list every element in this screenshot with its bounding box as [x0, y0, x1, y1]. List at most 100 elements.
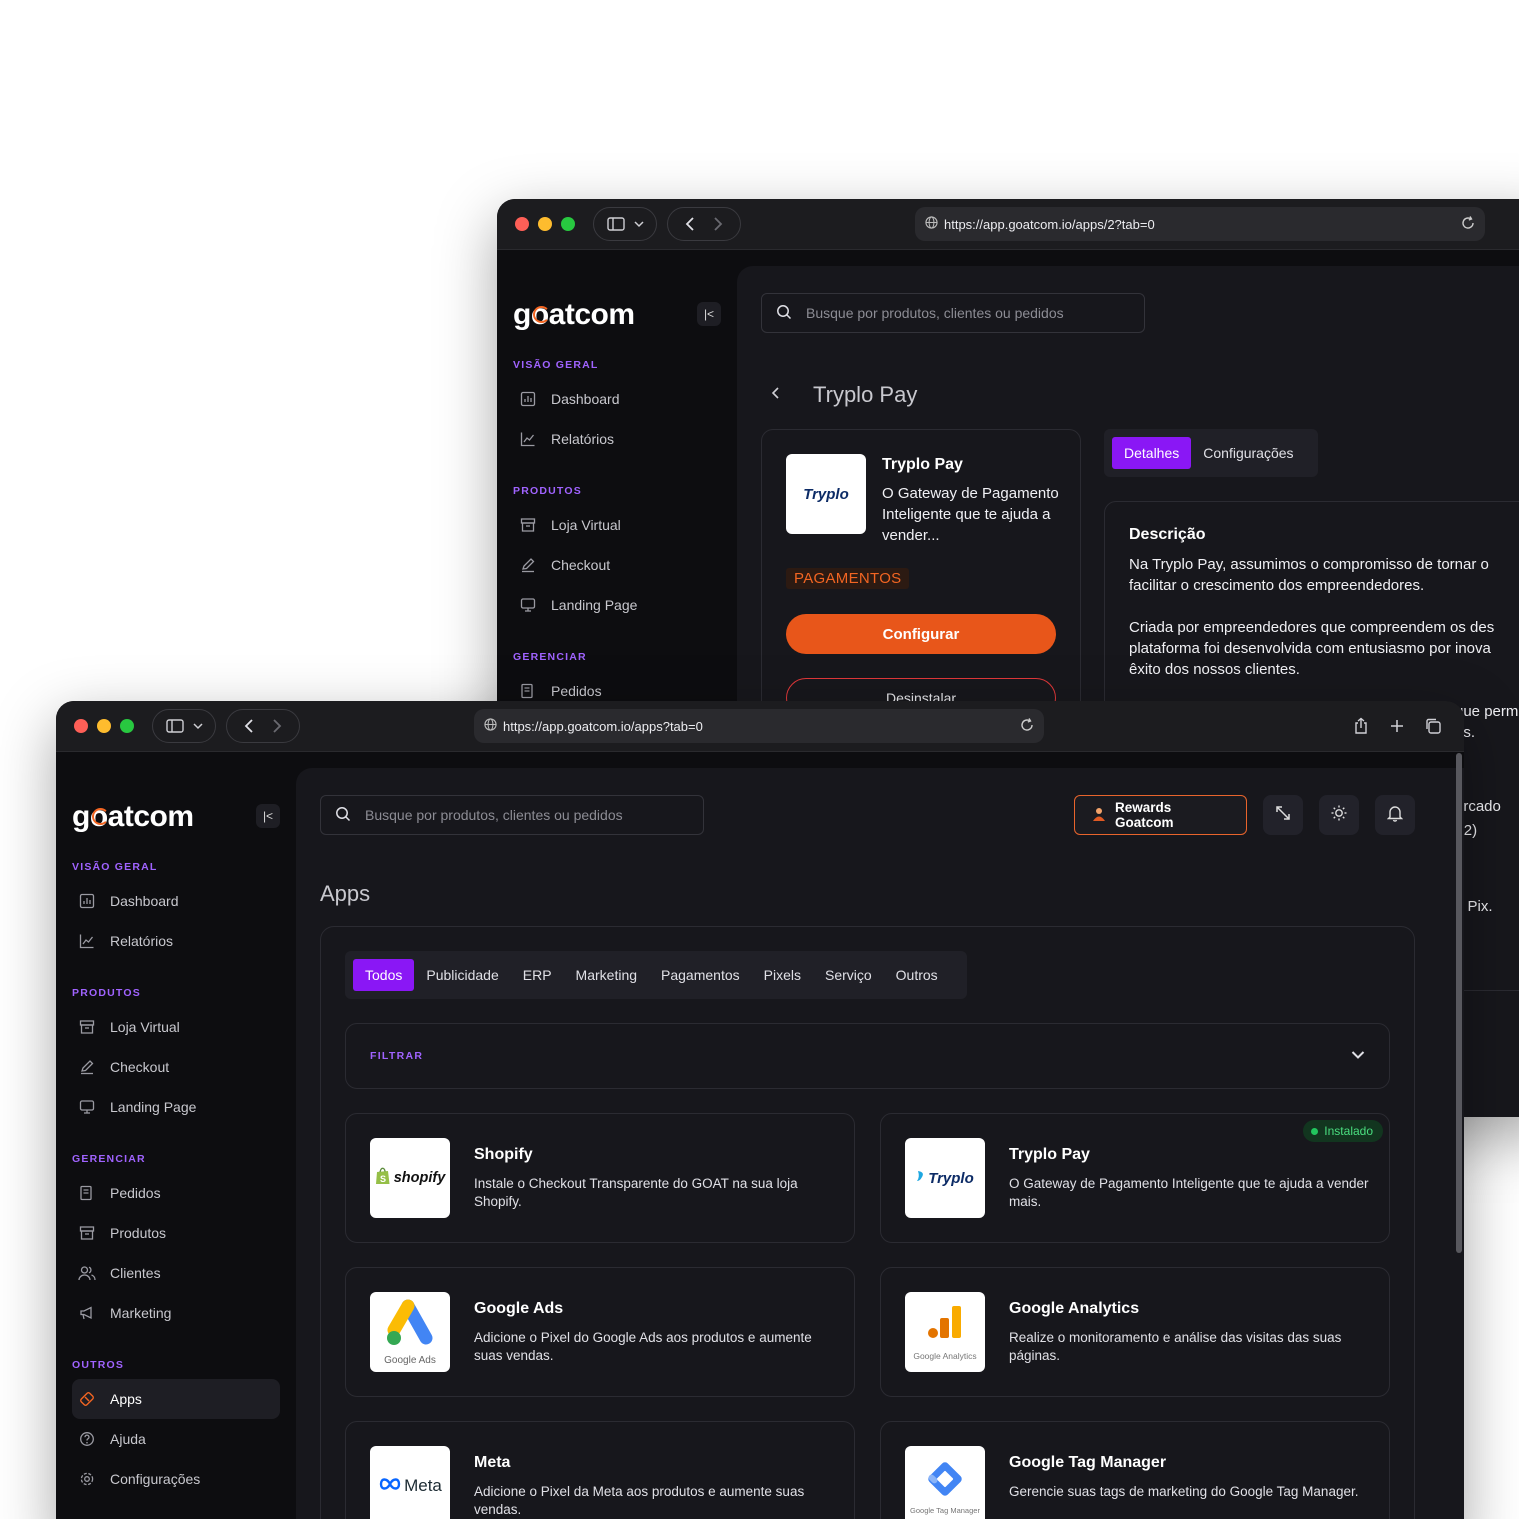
- close-window-button[interactable]: [515, 217, 529, 231]
- app-card-google-ads[interactable]: Google Ads Google Ads Adicione o Pixel d…: [345, 1267, 855, 1397]
- app-card-tryplo-pay[interactable]: Tryplo Tryplo Pay O Gateway de Pagamento…: [880, 1113, 1390, 1243]
- scrollbar[interactable]: [1456, 753, 1462, 1253]
- sidebar-item-apps[interactable]: Apps: [72, 1379, 280, 1419]
- search-input[interactable]: Busque por produtos, clientes ou pedidos: [761, 293, 1145, 333]
- tab-todos[interactable]: Todos: [353, 959, 415, 991]
- pencil-icon: [519, 557, 537, 573]
- rewards-button[interactable]: Rewards Goatcom: [1074, 795, 1247, 835]
- collapse-sidebar-button[interactable]: |<: [697, 302, 721, 326]
- sidebar-item-landing-page[interactable]: Landing Page: [513, 585, 721, 625]
- tab-publicidade[interactable]: Publicidade: [414, 959, 510, 991]
- description-line: ercado: [1455, 798, 1501, 815]
- sidebar-item-ajuda[interactable]: Ajuda: [72, 1419, 280, 1459]
- tab-pagamentos[interactable]: Pagamentos: [649, 959, 752, 991]
- fullscreen-button[interactable]: [1263, 795, 1303, 835]
- notifications-button[interactable]: [1375, 795, 1415, 835]
- search-icon: [776, 304, 792, 323]
- sidebar-item-landing-page[interactable]: Landing Page: [72, 1087, 280, 1127]
- installed-badge: Instalado: [1303, 1120, 1383, 1142]
- search-input[interactable]: Busque por produtos, clientes ou pedidos: [320, 795, 704, 835]
- sidebar-item-pedidos[interactable]: Pedidos: [72, 1173, 280, 1213]
- history-nav-group: [226, 709, 300, 743]
- tab-outros[interactable]: Outros: [884, 959, 950, 991]
- tab-erp[interactable]: ERP: [511, 959, 564, 991]
- shopify-logo: S shopify: [370, 1138, 450, 1218]
- tab-configuracoes[interactable]: Configurações: [1191, 437, 1305, 469]
- meta-logo: Meta: [370, 1446, 450, 1519]
- sidebar-item-checkout[interactable]: Checkout: [513, 545, 721, 585]
- filter-accordion[interactable]: FILTRAR: [345, 1023, 1390, 1089]
- back-arrow-icon[interactable]: [244, 718, 254, 734]
- address-bar[interactable]: https://app.goatcom.io/apps?tab=0: [474, 709, 1044, 743]
- app-card-google-tag-manager[interactable]: Google Tag Manager Google Tag Manager Ge…: [880, 1421, 1390, 1519]
- sidebar-toggle-group[interactable]: [593, 207, 657, 241]
- sidebar-item-checkout[interactable]: Checkout: [72, 1047, 280, 1087]
- tab-marketing[interactable]: Marketing: [564, 959, 649, 991]
- brand-logo[interactable]: goatcom: [72, 800, 194, 834]
- brand-logo[interactable]: goatcom: [513, 298, 635, 332]
- new-tab-icon[interactable]: [1386, 709, 1408, 743]
- reload-icon[interactable]: [1461, 215, 1475, 233]
- configure-button[interactable]: Configurar: [786, 614, 1056, 654]
- sidebar-item-configuracoes[interactable]: Configurações: [72, 1459, 280, 1499]
- status-dot-icon: [1311, 1127, 1319, 1135]
- minimize-window-button[interactable]: [97, 719, 111, 733]
- sidebar-item-label: Relatórios: [551, 431, 615, 447]
- window-controls: [515, 217, 575, 231]
- back-arrow-icon[interactable]: [685, 216, 695, 232]
- sidebar-toggle-group[interactable]: [152, 709, 216, 743]
- app-name: Google Analytics: [1009, 1300, 1140, 1317]
- forward-arrow-icon[interactable]: [272, 718, 282, 734]
- apps-panel: Todos Publicidade ERP Marketing Pagament…: [320, 926, 1415, 1519]
- sidebar-item-dashboard[interactable]: Dashboard: [513, 379, 721, 419]
- sidebar-item-relatorios[interactable]: Relatórios: [72, 921, 280, 961]
- sidebar: goatcom |< VISÃO GERAL Dashboard Relatór…: [56, 752, 296, 1519]
- collapse-sidebar-button[interactable]: |<: [256, 804, 280, 828]
- address-bar[interactable]: https://app.goatcom.io/apps/2?tab=0: [915, 207, 1485, 241]
- sidebar-item-loja-virtual[interactable]: Loja Virtual: [513, 505, 721, 545]
- filter-label: FILTRAR: [370, 1050, 424, 1062]
- app-card-meta[interactable]: Meta Meta Adicione o Pixel da Meta aos p…: [345, 1421, 855, 1519]
- window-controls: [74, 719, 134, 733]
- browser-window-apps: https://app.goatcom.io/apps?tab=0 goatco…: [56, 701, 1464, 1519]
- zoom-window-button[interactable]: [561, 217, 575, 231]
- tab-servico[interactable]: Serviço: [813, 959, 884, 991]
- megaphone-icon: [78, 1305, 96, 1321]
- monitor-icon: [519, 597, 537, 613]
- share-icon[interactable]: [1350, 709, 1372, 743]
- app-name: Tryplo Pay: [1009, 1146, 1090, 1163]
- tryplo-wordmark: Tryplo: [928, 1169, 974, 1187]
- app-description: Adicione o Pixel da Meta aos produtos e …: [474, 1484, 805, 1517]
- description-line: +2): [1455, 822, 1478, 839]
- reload-icon[interactable]: [1020, 717, 1034, 735]
- page-title: Apps: [320, 881, 371, 906]
- tryplo-mark-icon: [916, 1169, 926, 1188]
- theme-toggle-button[interactable]: [1319, 795, 1359, 835]
- zoom-window-button[interactable]: [120, 719, 134, 733]
- shopify-wordmark: shopify: [393, 1170, 446, 1186]
- tab-detalhes[interactable]: Detalhes: [1112, 437, 1192, 469]
- forward-arrow-icon[interactable]: [713, 216, 723, 232]
- app-card-google-analytics[interactable]: Google Analytics Google Analytics Realiz…: [880, 1267, 1390, 1397]
- chevron-down-icon: [633, 220, 644, 228]
- tab-pixels[interactable]: Pixels: [752, 959, 813, 991]
- chevron-down-icon: [192, 722, 203, 730]
- app-card-shopify[interactable]: S shopify Shopify Instale o Checkout Tra…: [345, 1113, 855, 1243]
- sidebar-item-marketing[interactable]: Marketing: [72, 1293, 280, 1333]
- section-title: PRODUTOS: [513, 485, 582, 497]
- minimize-window-button[interactable]: [538, 217, 552, 231]
- close-window-button[interactable]: [74, 719, 88, 733]
- description-line: plataforma foi desenvolvida com entusias…: [1129, 640, 1491, 657]
- sidebar-item-loja-virtual[interactable]: Loja Virtual: [72, 1007, 280, 1047]
- page-title: Tryplo Pay: [813, 382, 918, 407]
- rewards-label: Rewards Goatcom: [1115, 800, 1174, 830]
- back-button[interactable]: [771, 384, 781, 405]
- sidebar-item-produtos[interactable]: Produtos: [72, 1213, 280, 1253]
- collapse-icon: |<: [703, 307, 715, 321]
- url-text: https://app.goatcom.io/apps/2?tab=0: [944, 216, 1155, 232]
- sidebar-item-relatorios[interactable]: Relatórios: [513, 419, 721, 459]
- sidebar-item-clientes[interactable]: Clientes: [72, 1253, 280, 1293]
- titlebar: https://app.goatcom.io/apps?tab=0: [56, 701, 1464, 752]
- sidebar-item-dashboard[interactable]: Dashboard: [72, 881, 280, 921]
- tab-overview-icon[interactable]: [1422, 709, 1444, 743]
